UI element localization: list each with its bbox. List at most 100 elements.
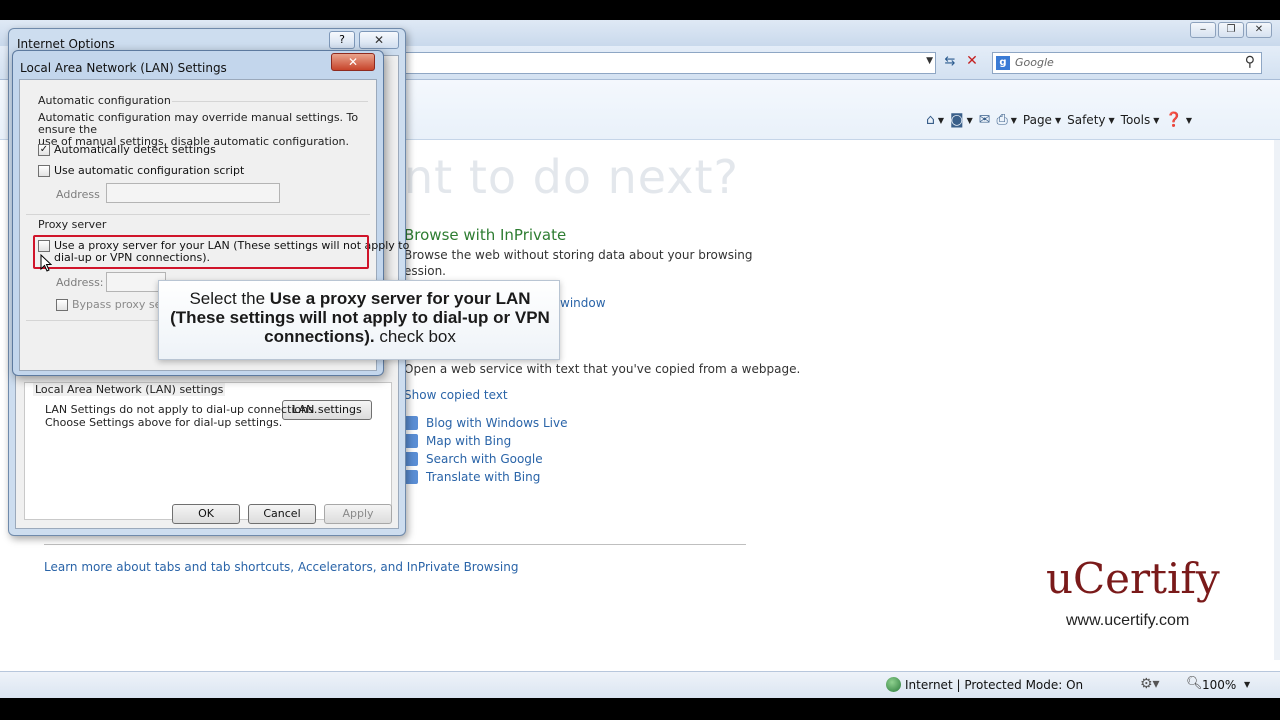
- section-divider: [26, 214, 370, 215]
- translate-icon: [404, 470, 418, 484]
- search-box[interactable]: g Google ⚲: [992, 52, 1262, 74]
- chevron-down-icon: ▼: [1010, 115, 1017, 125]
- ucertify-logo: uCertify: [1046, 554, 1220, 603]
- accelerator-search[interactable]: Search with Google: [404, 452, 543, 466]
- learn-more-link[interactable]: Learn more about tabs and tab shortcuts,…: [44, 560, 518, 574]
- proxy-section-label: Proxy server: [38, 218, 107, 231]
- script-address-label: Address: [56, 188, 100, 201]
- globe-icon: [886, 677, 901, 692]
- apply-button[interactable]: Apply: [324, 504, 392, 524]
- chevron-down-icon: ▼: [1108, 115, 1115, 125]
- lan-close-button[interactable]: ✕: [331, 53, 375, 71]
- address-dropdown-icon[interactable]: ▼: [926, 56, 933, 66]
- tools-menu[interactable]: Tools ▼: [1121, 113, 1160, 127]
- chevron-down-icon: ▼: [1054, 115, 1062, 125]
- script-address-field[interactable]: [106, 183, 280, 203]
- dialog-title: Internet Options: [17, 37, 115, 51]
- checkmark-icon: ✓: [39, 144, 49, 155]
- chevron-down-icon: ▼: [937, 115, 945, 125]
- chevron-down-icon: ▼: [966, 115, 973, 125]
- window-close-icon[interactable]: ✕: [1246, 22, 1272, 38]
- chevron-down-icon: ▼: [1185, 115, 1192, 125]
- chevron-down-icon: ▼: [1153, 115, 1160, 125]
- page-scrollbar[interactable]: [1274, 140, 1280, 660]
- accelerator-map[interactable]: Map with Bing: [404, 434, 511, 448]
- new-tab-heading: nt to do next?: [404, 150, 739, 204]
- auto-script-label[interactable]: Use automatic configuration script: [54, 165, 244, 177]
- read-mail-button[interactable]: ✉: [979, 112, 991, 128]
- instruction-callout: Select the Use a proxy server for your L…: [158, 280, 560, 360]
- auto-script-checkbox[interactable]: [38, 165, 50, 177]
- maximize-icon[interactable]: ❐: [1218, 22, 1244, 38]
- content-divider: [44, 544, 746, 545]
- proxy-address-field[interactable]: [106, 272, 166, 292]
- accelerator-label: Translate with Bing: [426, 470, 541, 484]
- zoom-level[interactable]: 100%: [1202, 678, 1236, 692]
- window-controls: ‒ ❐ ✕: [1190, 22, 1272, 38]
- mouse-cursor-icon: [40, 254, 52, 272]
- close-button[interactable]: ✕: [359, 31, 399, 49]
- cancel-button[interactable]: Cancel: [248, 504, 316, 524]
- help-menu[interactable]: ❓ ▼: [1165, 112, 1192, 128]
- accelerator-label: Map with Bing: [426, 434, 512, 448]
- page-menu-label: Page: [1022, 113, 1052, 127]
- ucertify-url: www.ucertify.com: [1066, 612, 1190, 629]
- accelerator-label: Search with Google: [426, 452, 543, 466]
- auto-detect-label[interactable]: Automatically detect settings: [54, 144, 216, 156]
- help-button[interactable]: ?: [329, 31, 355, 49]
- lan-group-label: Local Area Network (LAN) settings: [33, 383, 226, 396]
- home-icon: ⌂: [926, 112, 935, 128]
- gear-icon[interactable]: ⚙▾: [1140, 676, 1160, 692]
- tools-menu-label: Tools: [1120, 113, 1151, 127]
- auto-config-section-label: Automatic configuration: [38, 94, 171, 107]
- map-icon: [404, 434, 418, 448]
- blog-icon: [404, 416, 418, 430]
- printer-icon: ⎙: [996, 112, 1008, 128]
- print-button[interactable]: ⎙ ▼: [997, 112, 1017, 128]
- address-bar[interactable]: ▼: [404, 52, 936, 74]
- lan-dialog-title: Local Area Network (LAN) Settings: [20, 61, 227, 75]
- proxy-address-label: Address:: [56, 276, 104, 289]
- accelerator-blog[interactable]: Blog with Windows Live: [404, 416, 568, 430]
- use-proxy-highlight: [33, 235, 369, 269]
- search-google-icon: [404, 452, 418, 466]
- auto-detect-checkbox[interactable]: ✓: [38, 144, 50, 156]
- auto-config-desc-line: Automatic configuration may override man…: [38, 111, 359, 136]
- instruction-text: Select the Use a proxy server for your L…: [165, 289, 555, 346]
- inprivate-description-cont: ession.: [404, 264, 446, 278]
- status-bar: Internet | Protected Mode: On ⚙▾ 🔍︎ 100%…: [0, 671, 1280, 698]
- safety-menu[interactable]: Safety ▼: [1067, 113, 1115, 127]
- lan-group-text-line: LAN Settings do not apply to dial-up con…: [45, 403, 318, 416]
- page-menu[interactable]: Page ▼: [1023, 113, 1061, 127]
- instruction-suffix: check box: [374, 327, 456, 346]
- help-icon: ❓: [1165, 112, 1183, 128]
- home-button[interactable]: ⌂ ▼: [926, 112, 944, 128]
- mail-icon: ✉: [978, 112, 991, 128]
- lan-group-description: LAN Settings do not apply to dial-up con…: [45, 403, 317, 429]
- lan-group-text-line: Choose Settings above for dial-up settin…: [45, 416, 283, 429]
- zoom-icon: 🔍︎: [1186, 676, 1203, 691]
- refresh-icon[interactable]: ⇆: [940, 54, 960, 72]
- copied-text-description: Open a web service with text that you've…: [404, 362, 801, 376]
- accelerator-label: Blog with Windows Live: [426, 416, 568, 430]
- security-zone-status[interactable]: Internet | Protected Mode: On: [905, 678, 1083, 692]
- search-icon[interactable]: ⚲: [1245, 54, 1255, 70]
- command-bar: ⌂ ▼ ◙ ▼ ✉ ⎙ ▼ Page ▼ Safety ▼ Tools ▼ ❓ ▼: [926, 112, 1192, 128]
- search-input[interactable]: Google: [1015, 56, 1054, 69]
- minimize-icon[interactable]: ‒: [1190, 22, 1216, 38]
- ok-button[interactable]: OK: [172, 504, 240, 524]
- google-logo-icon: g: [996, 56, 1010, 70]
- inprivate-window-link[interactable]: window: [560, 296, 606, 310]
- inprivate-title[interactable]: Browse with InPrivate: [404, 226, 566, 244]
- feeds-button[interactable]: ◙ ▼: [950, 112, 973, 128]
- section-divider: [172, 101, 368, 102]
- stop-icon[interactable]: ✕: [962, 53, 982, 71]
- instruction-prefix: Select the: [189, 289, 270, 308]
- inprivate-description: Browse the web without storing data abou…: [404, 248, 753, 262]
- safety-menu-label: Safety: [1067, 113, 1106, 127]
- chevron-down-icon[interactable]: ▼: [1244, 680, 1250, 689]
- rss-icon: ◙: [950, 112, 964, 128]
- show-copied-text-link[interactable]: Show copied text: [404, 388, 508, 402]
- bypass-checkbox[interactable]: [56, 299, 68, 311]
- accelerator-translate[interactable]: Translate with Bing: [404, 470, 540, 484]
